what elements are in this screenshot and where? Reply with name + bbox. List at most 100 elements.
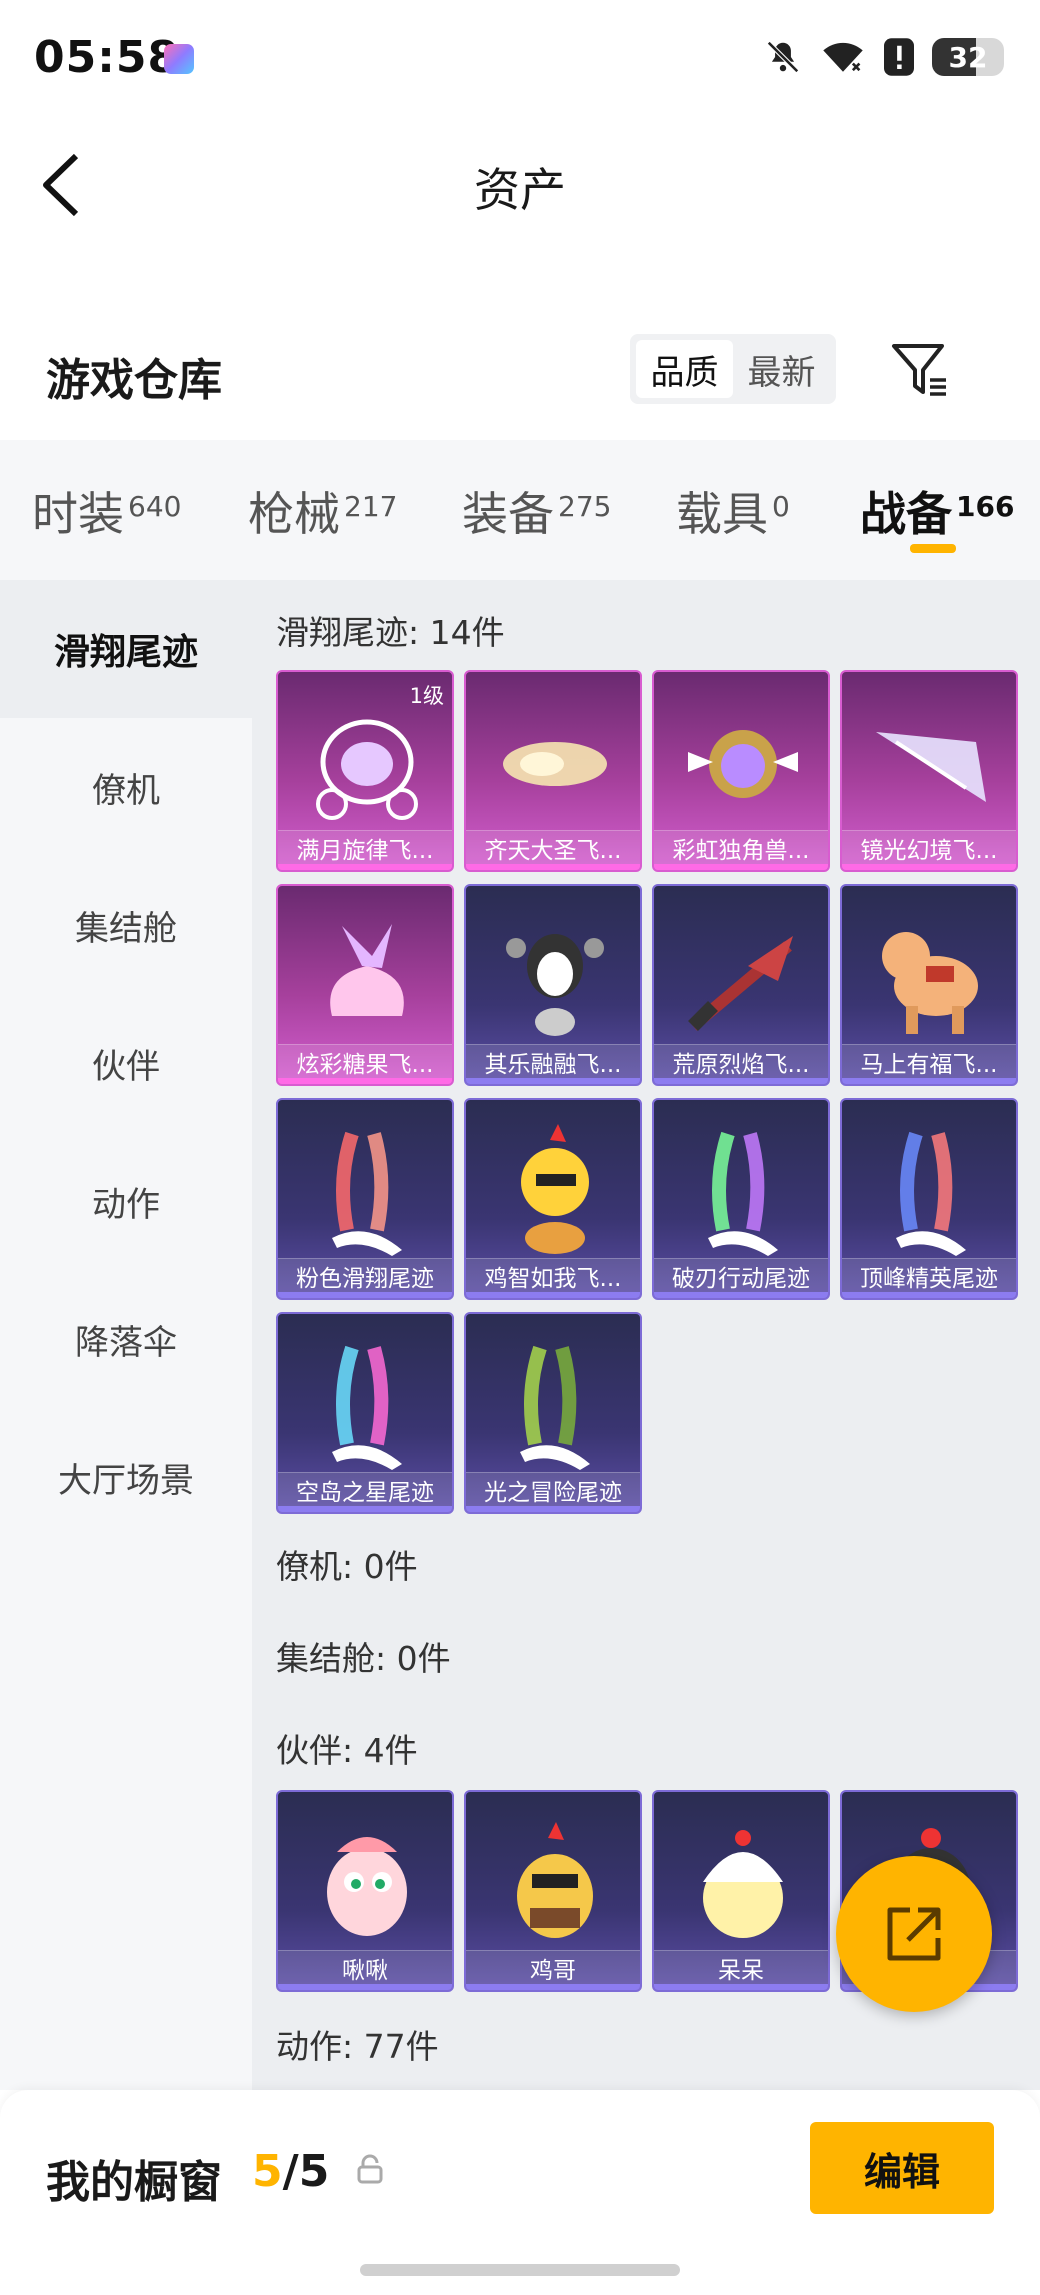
tab-count: 640 bbox=[128, 490, 182, 523]
glide-trail-card[interactable]: 镜光幻境飞... bbox=[840, 670, 1018, 872]
sub-category-sidebar: 滑翔尾迹 僚机 集结舱 伙伴 动作 降落伞 大厅场景 bbox=[0, 580, 252, 2090]
glide-trail-card[interactable]: 破刃行动尾迹 bbox=[652, 1098, 830, 1300]
glide-trail-card[interactable]: 鸡智如我飞... bbox=[464, 1098, 642, 1300]
tab-count: 217 bbox=[344, 490, 398, 523]
section-title-capsule: 集结舱: 0件 bbox=[276, 1639, 451, 1678]
glide-trail-card[interactable]: 炫彩糖果飞... bbox=[276, 884, 454, 1086]
sidebar-item-lobby-scene[interactable]: 大厅场景 bbox=[0, 1408, 252, 1546]
app-notification-icon bbox=[164, 44, 194, 74]
status-icons: 32 bbox=[764, 38, 1004, 76]
item-image bbox=[688, 936, 793, 1031]
share-button[interactable] bbox=[836, 1856, 992, 2012]
item-image bbox=[506, 934, 604, 1036]
battery-icon: 32 bbox=[932, 38, 1004, 76]
item-level-badge: 1级 bbox=[409, 684, 444, 708]
glide-trail-card[interactable]: 其乐融融飞... bbox=[464, 884, 642, 1086]
sort-toggle: 品质 最新 bbox=[630, 334, 836, 404]
tab-guns[interactable]: 枪械 217 bbox=[248, 478, 397, 544]
share-icon bbox=[887, 1907, 941, 1961]
glide-trail-card[interactable]: 彩虹独角兽... bbox=[652, 670, 830, 872]
wifi-icon bbox=[823, 42, 863, 72]
glide-trail-card[interactable]: 荒原烈焰飞... bbox=[652, 884, 830, 1086]
tab-count: 0 bbox=[772, 490, 790, 523]
rarity-strip bbox=[278, 1984, 452, 1990]
glide-trail-card[interactable]: 马上有福飞... bbox=[840, 884, 1018, 1086]
rarity-strip bbox=[654, 1078, 828, 1084]
rarity-strip bbox=[842, 1292, 1016, 1298]
rarity-strip bbox=[466, 1078, 640, 1084]
glide-trail-card[interactable]: 顶峰精英尾迹 bbox=[840, 1098, 1018, 1300]
item-image bbox=[332, 1345, 402, 1470]
sidebar-item-emote[interactable]: 动作 bbox=[0, 1132, 252, 1270]
category-tabs: 时装 640 枪械 217 装备 275 载具 0 战备 166 bbox=[0, 440, 1040, 580]
item-image bbox=[896, 1131, 966, 1256]
tab-count: 275 bbox=[558, 490, 612, 523]
rarity-strip bbox=[654, 1984, 828, 1990]
rarity-strip bbox=[466, 1292, 640, 1298]
glide-trail-card[interactable]: 1级 满月旋律飞... bbox=[276, 670, 454, 872]
glide-trail-card[interactable]: 齐天大圣飞... bbox=[464, 670, 642, 872]
item-image bbox=[517, 1822, 593, 1938]
status-bar: 05:58 32 bbox=[0, 0, 1040, 120]
filter-icon bbox=[892, 344, 946, 396]
section-title-wingman: 僚机: 0件 bbox=[276, 1547, 418, 1586]
item-image bbox=[708, 1131, 778, 1256]
sort-newest[interactable]: 最新 bbox=[733, 340, 830, 398]
tab-equipment[interactable]: 装备 275 bbox=[462, 478, 611, 544]
glide-trail-card[interactable]: 粉色滑翔尾迹 bbox=[276, 1098, 454, 1300]
partner-card[interactable]: 鸡哥 bbox=[464, 1790, 642, 1992]
item-image bbox=[520, 1345, 590, 1470]
partner-card[interactable]: 啾啾 bbox=[276, 1790, 454, 1992]
mute-bell-icon bbox=[767, 41, 799, 73]
rarity-strip bbox=[278, 1506, 452, 1512]
item-image bbox=[688, 730, 798, 798]
battery-level: 32 bbox=[948, 40, 988, 74]
rarity-strip bbox=[654, 864, 828, 870]
home-indicator bbox=[360, 2264, 680, 2276]
sort-quality[interactable]: 品质 bbox=[636, 340, 733, 398]
showcase-count: 5/5 bbox=[252, 2146, 330, 2197]
rarity-strip bbox=[278, 1292, 452, 1298]
item-image bbox=[521, 1124, 589, 1254]
rarity-strip bbox=[654, 1292, 828, 1298]
tab-count: 166 bbox=[956, 490, 1015, 523]
rarity-strip bbox=[842, 864, 1016, 870]
item-image bbox=[503, 742, 607, 786]
rarity-strip bbox=[466, 864, 640, 870]
item-image bbox=[316, 719, 418, 820]
alert-icon bbox=[884, 38, 914, 76]
rarity-strip bbox=[466, 1984, 640, 1990]
tab-outfit[interactable]: 时装 640 bbox=[32, 478, 181, 544]
rarity-strip bbox=[278, 1078, 452, 1084]
partner-card[interactable]: 呆呆 bbox=[652, 1790, 830, 1992]
glide-trail-card[interactable]: 光之冒险尾迹 bbox=[464, 1312, 642, 1514]
sidebar-item-parachute[interactable]: 降落伞 bbox=[0, 1270, 252, 1408]
rarity-strip bbox=[842, 1078, 1016, 1084]
rarity-strip bbox=[466, 1506, 640, 1512]
item-image bbox=[327, 1837, 407, 1936]
item-image bbox=[882, 932, 978, 1034]
sidebar-item-glide-trail[interactable]: 滑翔尾迹 bbox=[0, 580, 252, 718]
page-title: 资产 bbox=[474, 163, 566, 217]
rarity-strip bbox=[278, 864, 452, 870]
section-title-emote: 动作: 77件 bbox=[276, 2027, 439, 2066]
warehouse-title: 游戏仓库 bbox=[46, 355, 222, 406]
active-tab-indicator bbox=[910, 544, 956, 553]
filter-button[interactable] bbox=[890, 340, 950, 400]
glide-trail-card[interactable]: 空岛之星尾迹 bbox=[276, 1312, 454, 1514]
item-image bbox=[876, 732, 986, 802]
item-image bbox=[703, 1830, 783, 1938]
sidebar-item-capsule[interactable]: 集结舱 bbox=[0, 856, 252, 994]
edit-button[interactable]: 编辑 bbox=[810, 2122, 994, 2214]
status-time: 05:58 bbox=[34, 32, 180, 83]
sidebar-item-partner[interactable]: 伙伴 bbox=[0, 994, 252, 1132]
item-image bbox=[330, 924, 404, 1016]
tab-battle-gear[interactable]: 战备 166 bbox=[860, 478, 1014, 544]
showcase-label: 我的橱窗 bbox=[46, 2157, 222, 2208]
sidebar-item-wingman[interactable]: 僚机 bbox=[0, 718, 252, 856]
lock-icon bbox=[357, 2154, 383, 2184]
item-image bbox=[332, 1131, 402, 1256]
tab-vehicles[interactable]: 载具 0 bbox=[676, 478, 790, 544]
section-title-glide-trail: 滑翔尾迹: 14件 bbox=[276, 613, 505, 652]
section-title-partner: 伙伴: 4件 bbox=[276, 1731, 418, 1770]
